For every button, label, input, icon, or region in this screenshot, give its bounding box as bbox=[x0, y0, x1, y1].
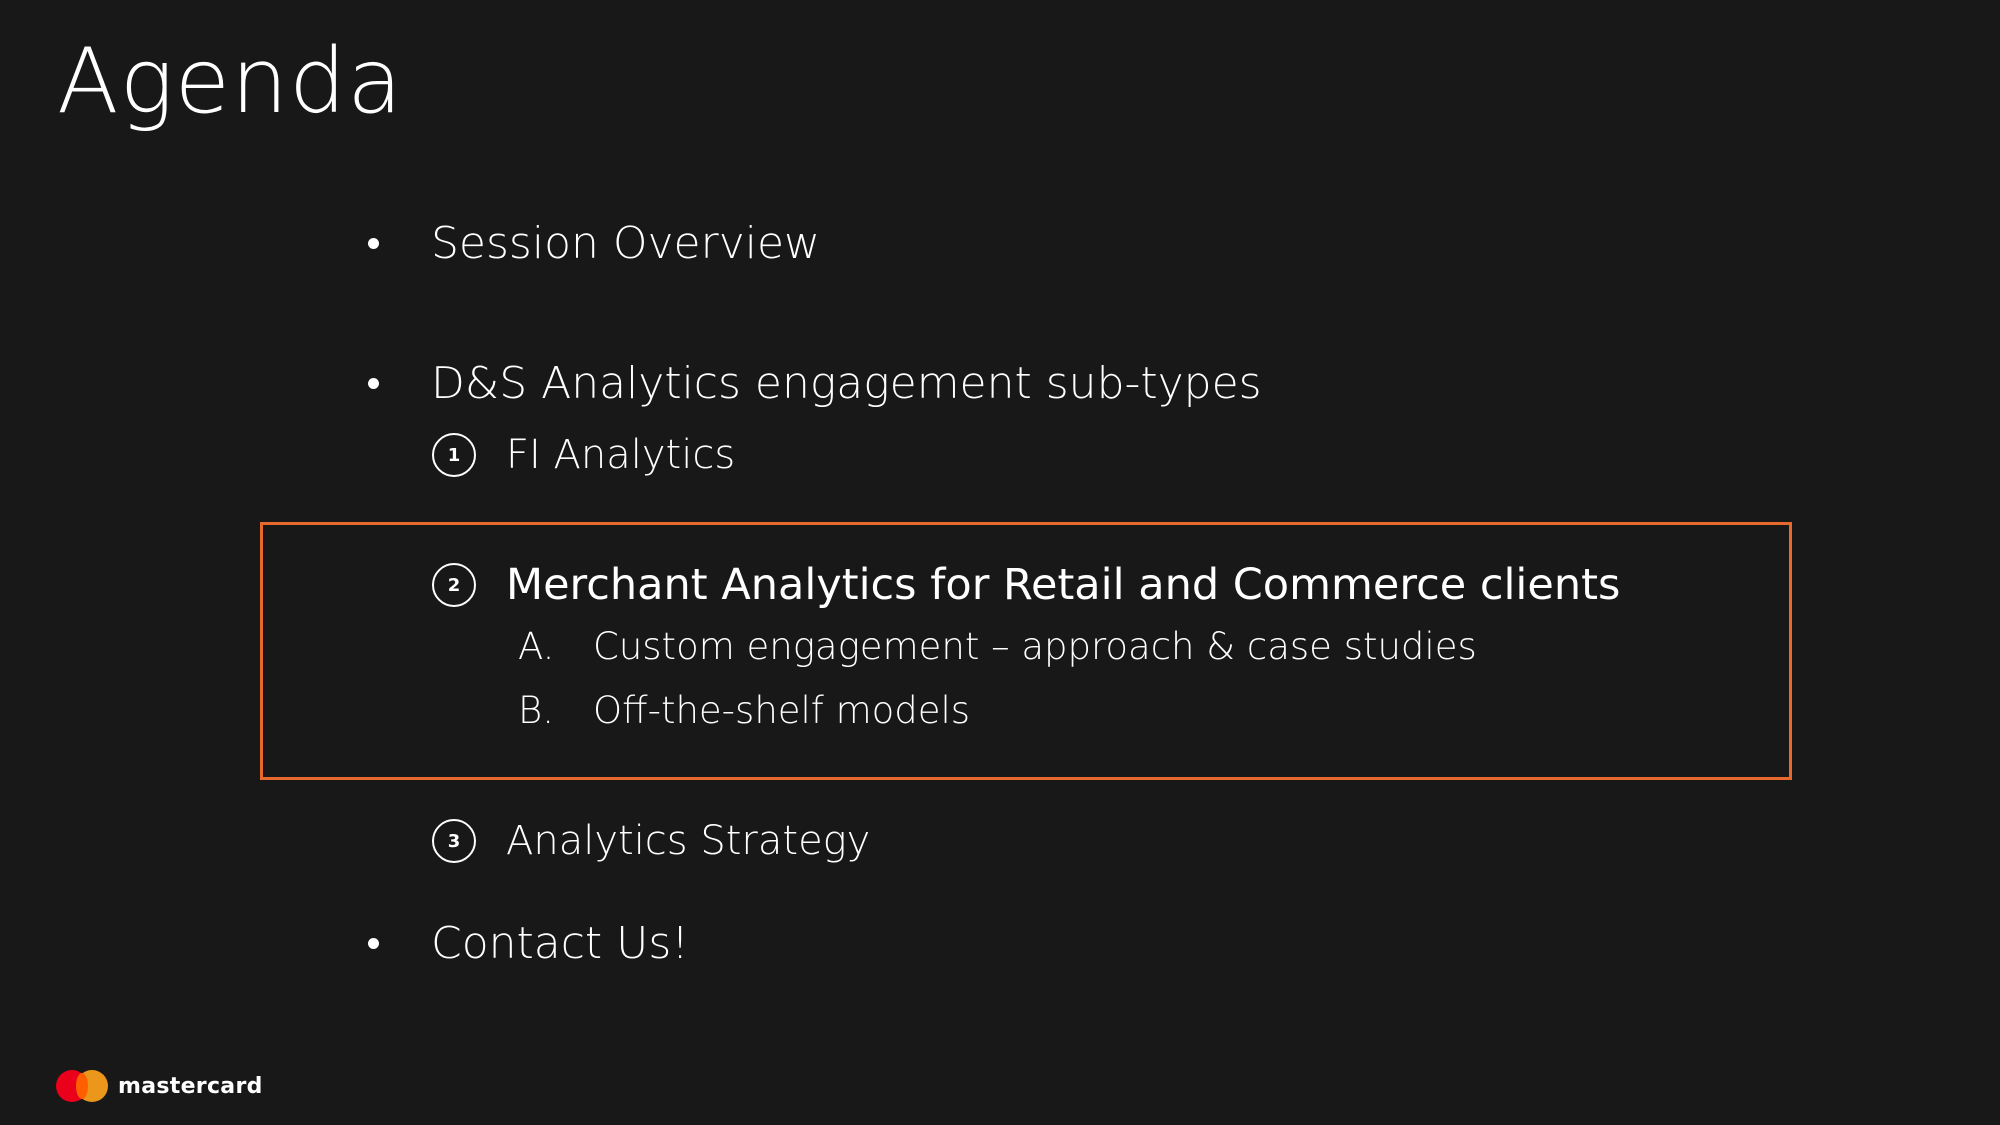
subtype-label: Analytics Strategy bbox=[506, 818, 871, 864]
logo-text: mastercard bbox=[118, 1073, 263, 1099]
sub-item-label: Custom engagement – approach & case stud… bbox=[593, 625, 1477, 668]
agenda-item-label: Session Overview bbox=[431, 218, 821, 269]
agenda-item-contact-us: Contact Us! bbox=[368, 918, 689, 969]
sub-item-off-the-shelf: B. Off-the-shelf models bbox=[518, 689, 970, 732]
mastercard-logo-icon bbox=[56, 1070, 108, 1102]
bullet-icon bbox=[368, 378, 379, 389]
subtype-label: FI Analytics bbox=[506, 432, 736, 478]
subtype-label: Merchant Analytics for Retail and Commer… bbox=[506, 560, 1621, 610]
agenda-item-session-overview: Session Overview bbox=[368, 218, 820, 269]
agenda-item-engagement-subtypes: D&S Analytics engagement sub-types bbox=[368, 358, 1262, 409]
sub-item-letter: B. bbox=[518, 689, 554, 732]
bullet-icon bbox=[368, 238, 379, 249]
sub-item-custom-engagement: A. Custom engagement – approach & case s… bbox=[518, 625, 1477, 668]
number-3-icon: 3 bbox=[432, 819, 476, 863]
subtype-item-fi-analytics: 1 FI Analytics bbox=[432, 432, 735, 478]
bullet-icon bbox=[368, 938, 379, 949]
number-2-icon: 2 bbox=[432, 563, 476, 607]
sub-item-label: Off-the-shelf models bbox=[593, 689, 971, 732]
agenda-item-label: D&S Analytics engagement sub-types bbox=[431, 358, 1262, 409]
subtype-item-analytics-strategy: 3 Analytics Strategy bbox=[432, 818, 870, 864]
mastercard-logo: mastercard bbox=[56, 1070, 263, 1102]
sub-item-letter: A. bbox=[518, 625, 555, 668]
number-1-icon: 1 bbox=[432, 433, 476, 477]
page-title: Agenda bbox=[57, 29, 404, 134]
agenda-item-label: Contact Us! bbox=[431, 918, 689, 969]
subtype-item-merchant-analytics: 2 Merchant Analytics for Retail and Comm… bbox=[432, 560, 1620, 610]
